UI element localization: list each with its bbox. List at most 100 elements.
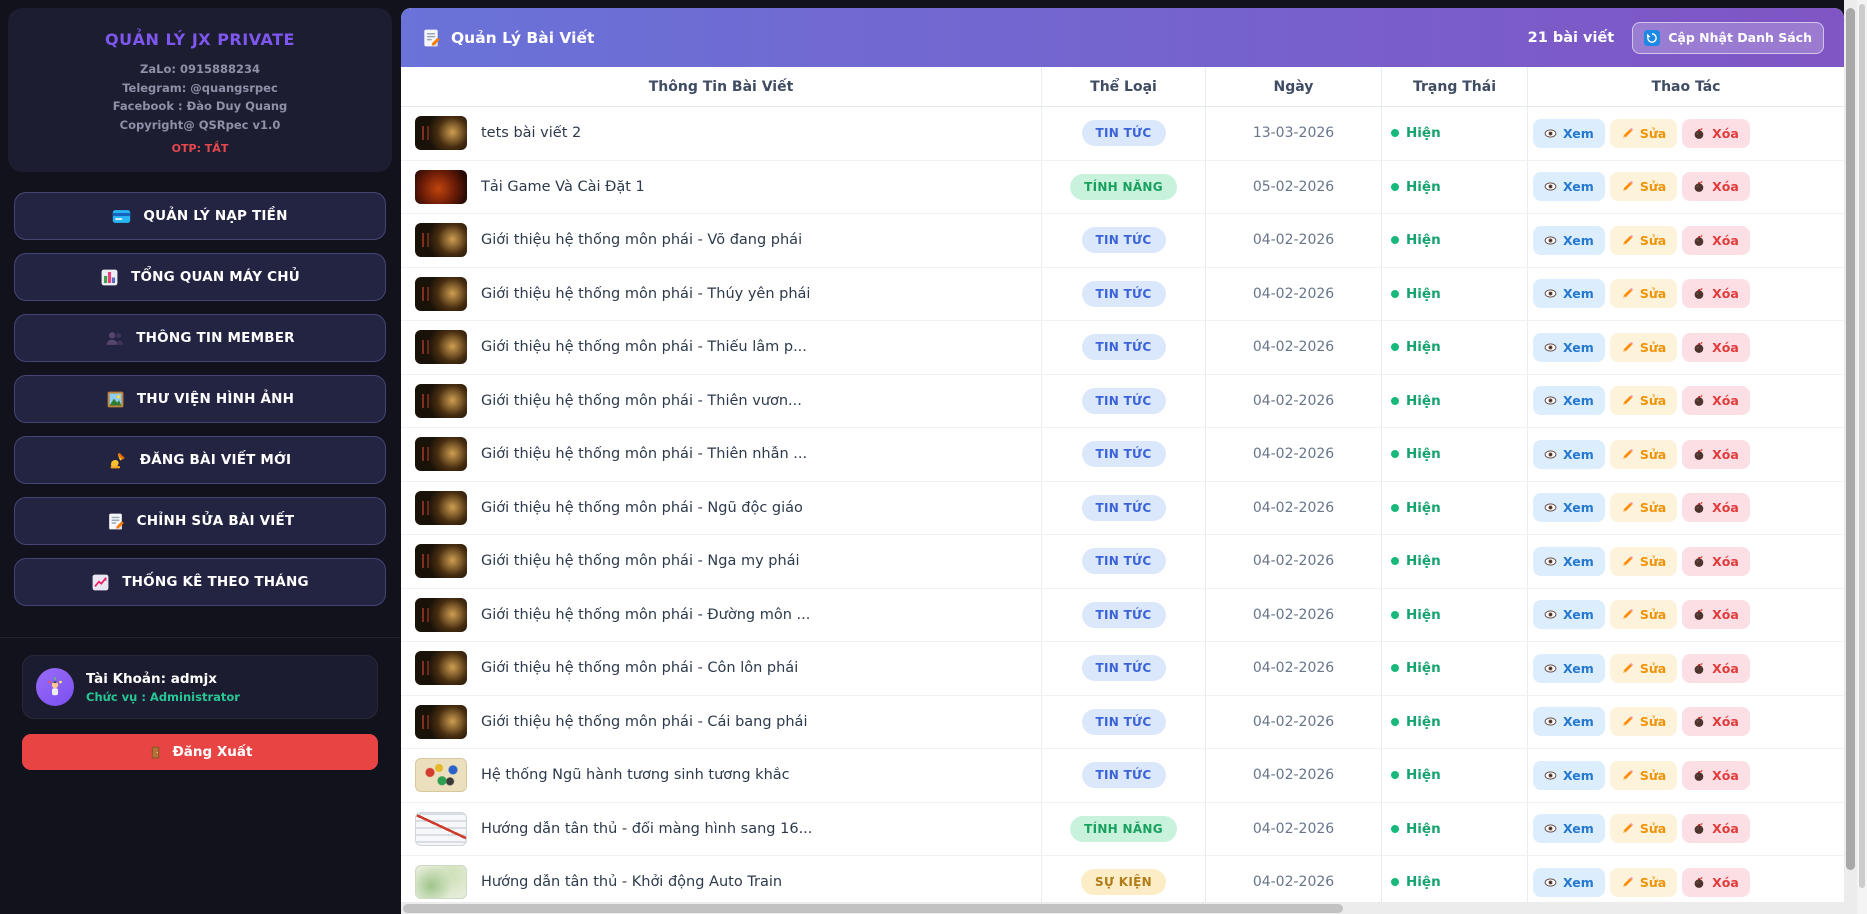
view-button[interactable]: Xem (1533, 707, 1605, 737)
vertical-scrollbar-inner[interactable] (1844, 0, 1857, 914)
status-cell: Hiện (1382, 160, 1528, 213)
category-badge: TIN TỨC (1081, 441, 1166, 468)
horizontal-scrollbar-thumb[interactable] (403, 903, 1343, 913)
edit-button[interactable]: Sửa (1609, 493, 1678, 523)
status-cell: Hiện (1382, 321, 1528, 374)
category-badge: TIN TỨC (1081, 601, 1166, 628)
refresh-list-button[interactable]: Cập Nhật Danh Sách (1632, 21, 1824, 54)
horizontal-scrollbar[interactable] (401, 902, 1844, 914)
article-info-cell: Hướng dẫn tân thủ - đổi màng hình sang 1… (401, 802, 1042, 855)
article-title[interactable]: Hướng dẫn tân thủ - đổi màng hình sang 1… (481, 821, 812, 837)
article-title[interactable]: Giới thiệu hệ thống môn phái - Thiên vươ… (481, 393, 802, 409)
view-button[interactable]: Xem (1533, 814, 1605, 844)
edit-button[interactable]: Sửa (1609, 546, 1678, 576)
view-button[interactable]: Xem (1533, 332, 1605, 362)
article-title[interactable]: Tải Game Và Cài Đặt 1 (481, 179, 645, 195)
status-dot-icon (1391, 664, 1399, 673)
article-title[interactable]: Giới thiệu hệ thống môn phái - Ngũ độc g… (481, 500, 803, 516)
article-title[interactable]: Giới thiệu hệ thống môn phái - Cái bang … (481, 714, 807, 730)
article-title[interactable]: Hướng dẫn tân thủ - Khởi động Auto Train (481, 874, 782, 890)
edit-button[interactable]: Sửa (1609, 332, 1678, 362)
article-title[interactable]: Giới thiệu hệ thống môn phái - Thiếu lâm… (481, 339, 807, 355)
category-cell: TÍNH NĂNG (1042, 160, 1206, 213)
sidebar-item-member[interactable]: THÔNG TIN MEMBER (14, 314, 386, 362)
view-button[interactable]: Xem (1533, 546, 1605, 576)
vertical-scrollbar-inner-thumb[interactable] (1846, 8, 1855, 870)
edit-button[interactable]: Sửa (1609, 653, 1678, 683)
delete-button[interactable]: Xóa (1682, 707, 1750, 737)
article-info-cell: Giới thiệu hệ thống môn phái - Ngũ độc g… (401, 481, 1042, 534)
vertical-scrollbar-outer[interactable] (1857, 0, 1867, 914)
sidebar-item-thu-vien-anh[interactable]: THƯ VIỆN HÌNH ẢNH (14, 375, 386, 423)
article-info-cell: Giới thiệu hệ thống môn phái - Thiên vươ… (401, 374, 1042, 427)
edit-button[interactable]: Sửa (1609, 279, 1678, 309)
bar-chart-icon (100, 268, 119, 287)
delete-button[interactable]: Xóa (1682, 279, 1750, 309)
sidebar-item-nap-tien[interactable]: QUẢN LÝ NẠP TIỀN (14, 192, 386, 240)
delete-button[interactable]: Xóa (1682, 439, 1750, 469)
edit-button[interactable]: Sửa (1609, 600, 1678, 630)
view-button[interactable]: Xem (1533, 493, 1605, 523)
view-button[interactable]: Xem (1533, 439, 1605, 469)
article-title[interactable]: Giới thiệu hệ thống môn phái - Thúy yên … (481, 286, 810, 302)
status-label: Hiện (1406, 446, 1441, 463)
sidebar-item-dang-bai-moi[interactable]: ĐĂNG BÀI VIẾT MỚI (14, 436, 386, 484)
edit-button[interactable]: Sửa (1609, 867, 1678, 897)
edit-button[interactable]: Sửa (1609, 760, 1678, 790)
view-button[interactable]: Xem (1533, 279, 1605, 309)
category-cell: TIN TỨC (1042, 428, 1206, 481)
edit-button[interactable]: Sửa (1609, 172, 1678, 202)
delete-button[interactable]: Xóa (1682, 118, 1750, 148)
delete-button[interactable]: Xóa (1682, 493, 1750, 523)
sidebar-item-thong-ke[interactable]: THỐNG KÊ THEO THÁNG (14, 558, 386, 606)
edit-button[interactable]: Sửa (1609, 814, 1678, 844)
article-title[interactable]: Giới thiệu hệ thống môn phái - Thiên nhẫ… (481, 446, 807, 462)
eye-icon (1544, 501, 1557, 514)
view-button[interactable]: Xem (1533, 600, 1605, 630)
delete-button[interactable]: Xóa (1682, 653, 1750, 683)
eye-icon (1544, 287, 1557, 300)
article-date: 04-02-2026 (1206, 267, 1382, 320)
delete-button[interactable]: Xóa (1682, 225, 1750, 255)
article-title[interactable]: tets bài viết 2 (481, 125, 581, 141)
view-button[interactable]: Xem (1533, 172, 1605, 202)
category-cell: TIN TỨC (1042, 695, 1206, 748)
delete-button[interactable]: Xóa (1682, 814, 1750, 844)
edit-button[interactable]: Sửa (1609, 225, 1678, 255)
view-button[interactable]: Xem (1533, 225, 1605, 255)
delete-button[interactable]: Xóa (1682, 760, 1750, 790)
delete-button[interactable]: Xóa (1682, 600, 1750, 630)
delete-button[interactable]: Xóa (1682, 867, 1750, 897)
category-cell: TIN TỨC (1042, 214, 1206, 267)
view-button[interactable]: Xem (1533, 760, 1605, 790)
sidebar-item-chinh-sua-bai[interactable]: CHỈNH SỬA BÀI VIẾT (14, 497, 386, 545)
delete-button[interactable]: Xóa (1682, 386, 1750, 416)
article-title[interactable]: Hệ thống Ngũ hành tương sinh tương khắc (481, 767, 790, 783)
edit-button[interactable]: Sửa (1609, 118, 1678, 148)
view-button[interactable]: Xem (1533, 867, 1605, 897)
actions-cell: Xem Sửa Xóa (1528, 482, 1844, 535)
sidebar-item-tong-quan[interactable]: TỔNG QUAN MÁY CHỦ (14, 253, 386, 301)
view-button[interactable]: Xem (1533, 653, 1605, 683)
status-cell: Hiện (1382, 535, 1528, 588)
article-title[interactable]: Giới thiệu hệ thống môn phái - Võ đang p… (481, 232, 802, 248)
article-title[interactable]: Giới thiệu hệ thống môn phái - Côn lôn p… (481, 660, 798, 676)
vertical-scrollbar-outer-thumb[interactable] (1859, 4, 1865, 888)
delete-button[interactable]: Xóa (1682, 172, 1750, 202)
page-title: Quản Lý Bài Viết (451, 28, 595, 47)
delete-button[interactable]: Xóa (1682, 332, 1750, 362)
view-button[interactable]: Xem (1533, 118, 1605, 148)
article-info-cell: Hệ thống Ngũ hành tương sinh tương khắc (401, 749, 1042, 802)
bomb-icon (1693, 769, 1706, 782)
edit-button[interactable]: Sửa (1609, 439, 1678, 469)
eye-icon (1544, 876, 1557, 889)
edit-button[interactable]: Sửa (1609, 386, 1678, 416)
article-title[interactable]: Giới thiệu hệ thống môn phái - Đường môn… (481, 607, 810, 623)
article-date: 04-02-2026 (1206, 535, 1382, 588)
delete-button[interactable]: Xóa (1682, 546, 1750, 576)
view-button[interactable]: Xem (1533, 386, 1605, 416)
status-dot-icon (1391, 182, 1399, 191)
logout-button[interactable]: Đăng Xuất (22, 734, 378, 770)
article-title[interactable]: Giới thiệu hệ thống môn phái - Nga my ph… (481, 553, 800, 569)
edit-button[interactable]: Sửa (1609, 707, 1678, 737)
